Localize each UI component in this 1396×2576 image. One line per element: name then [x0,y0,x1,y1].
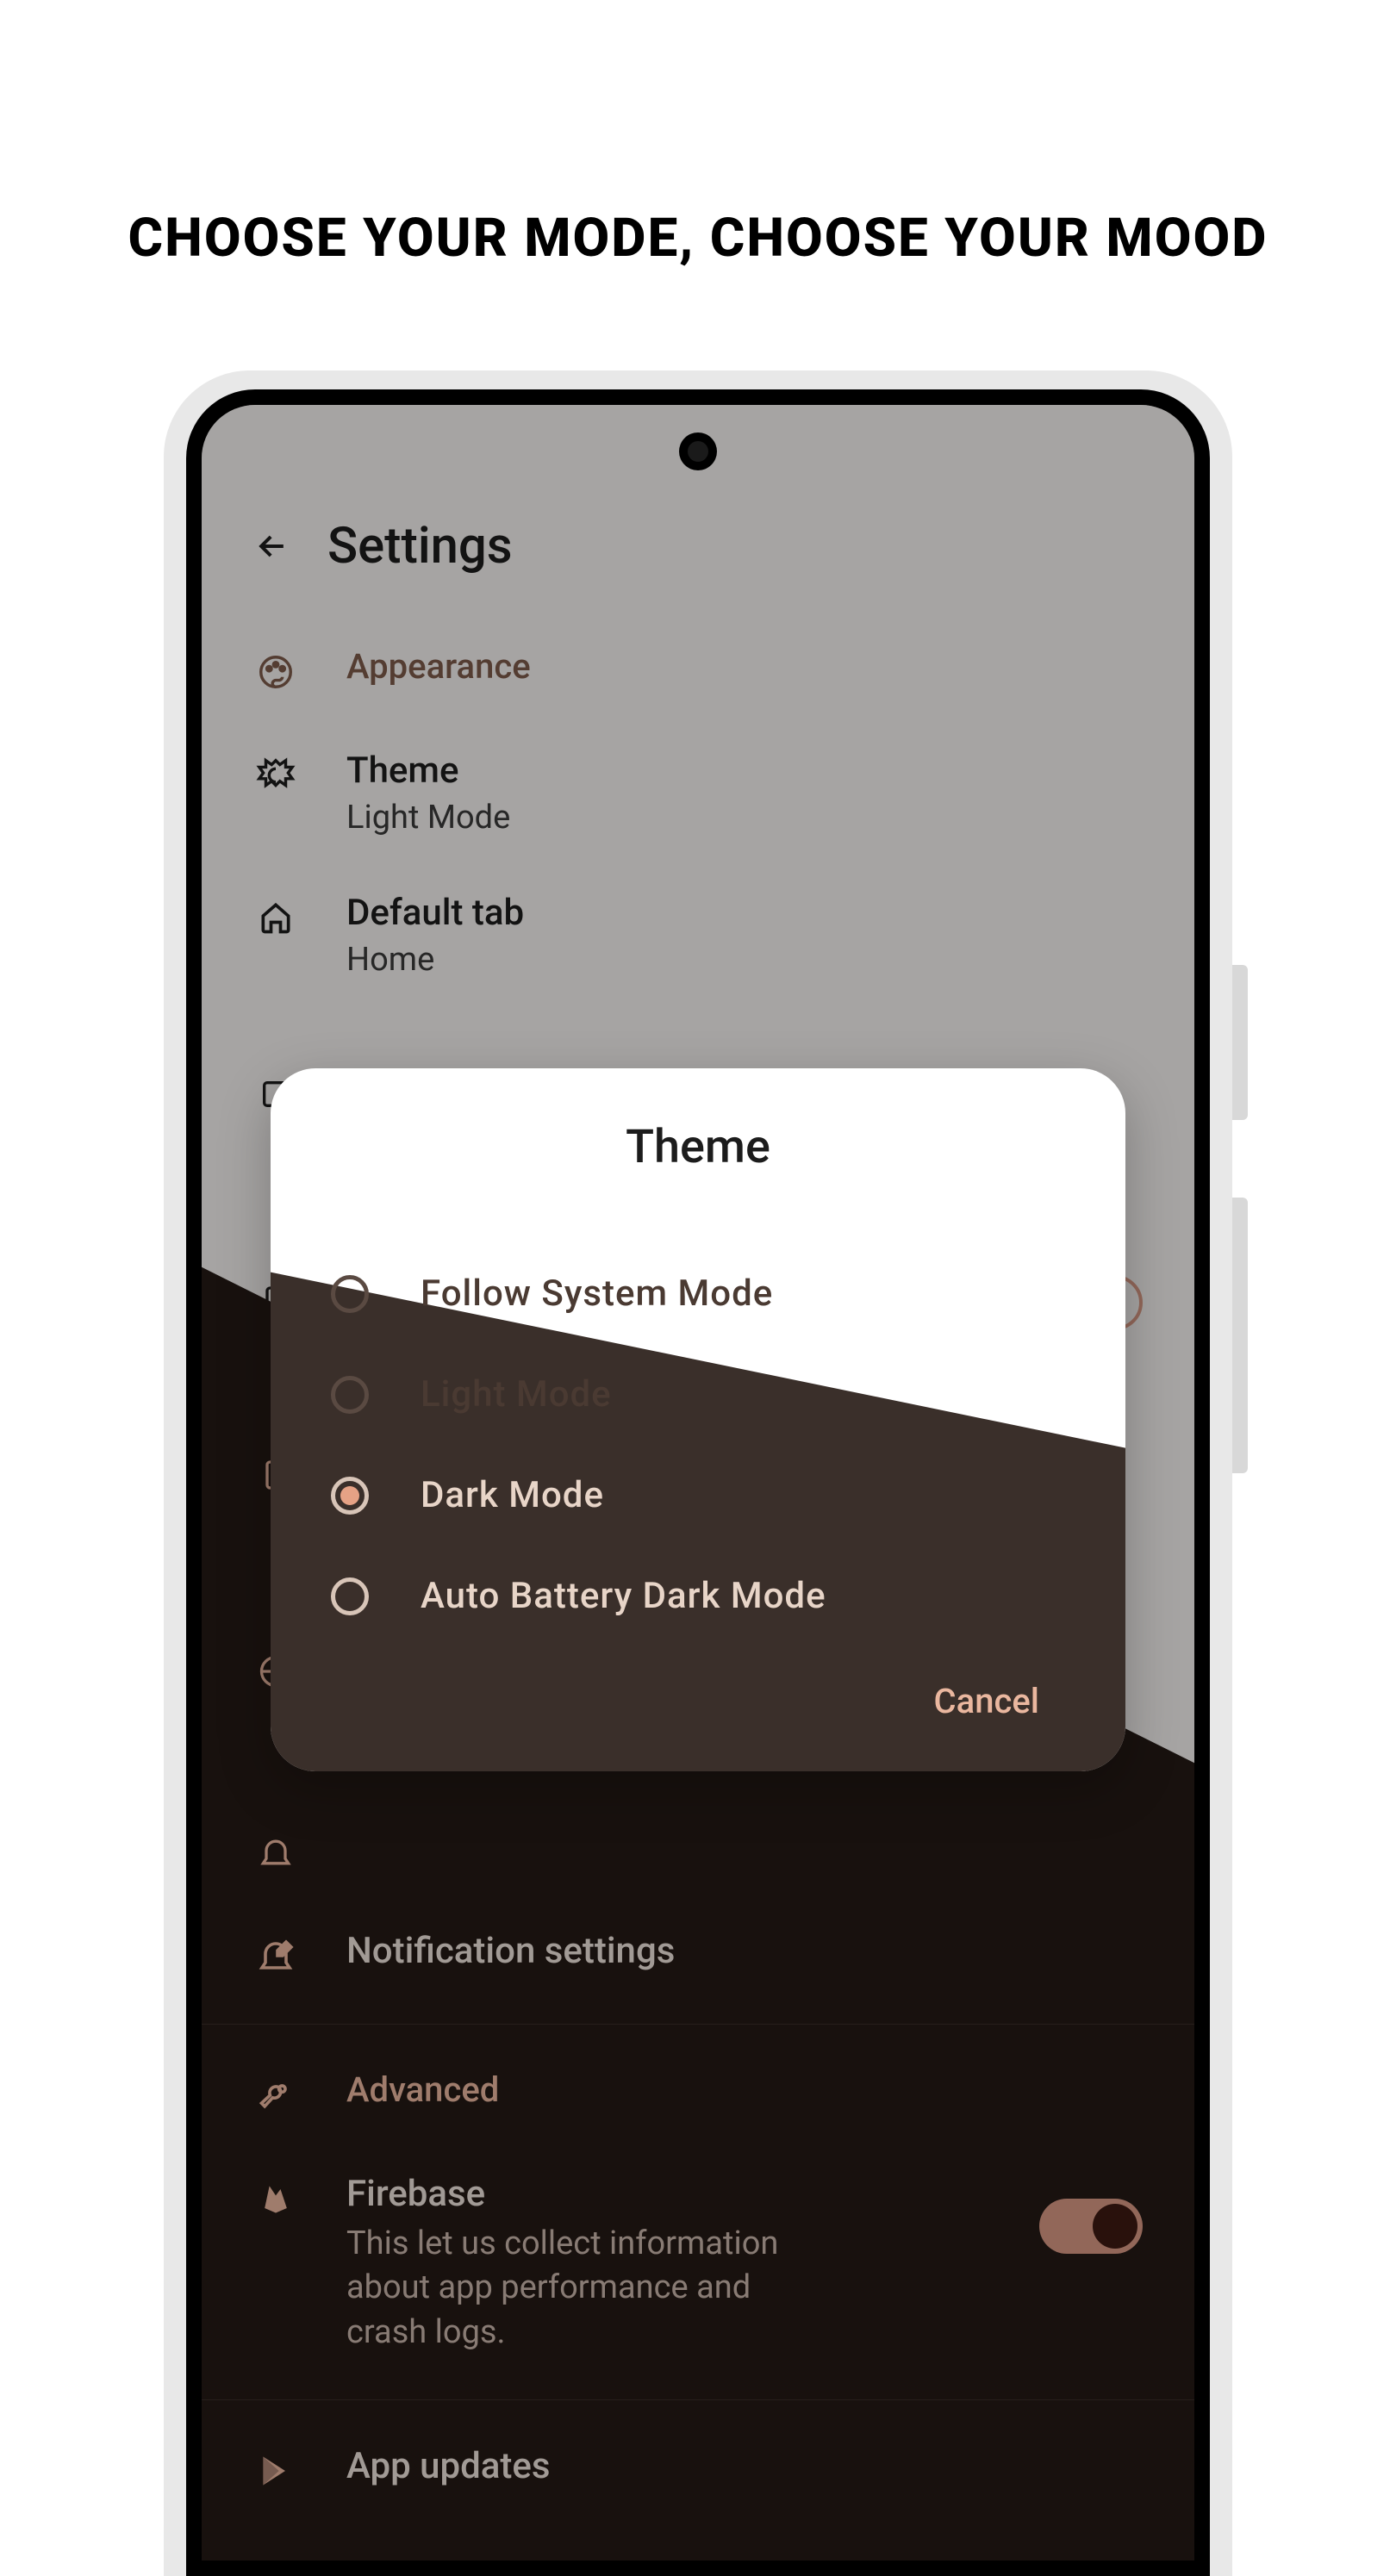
phone-side-button [1232,965,1248,1120]
cancel-button[interactable]: Cancel [331,1646,1065,1730]
radio-option-light-mode[interactable]: Light Mode [331,1344,1065,1445]
radio-label: Dark Mode [421,1474,604,1516]
radio-label: Follow System Mode [421,1272,773,1315]
phone-frame: Settings Appearance Theme Light Mode [164,370,1232,2576]
radio-icon-selected [331,1477,369,1515]
radio-label: Auto Battery Dark Mode [421,1575,826,1617]
radio-icon [331,1376,369,1414]
theme-dialog: Theme Follow System Mode Light Mode Dark… [271,1068,1125,1771]
radio-option-follow-system[interactable]: Follow System Mode [331,1243,1065,1344]
radio-icon [331,1275,369,1313]
dialog-title: Theme [331,1120,1065,1174]
phone-volume-button [1232,1198,1248,1473]
radio-icon [331,1577,369,1615]
phone-screen: Settings Appearance Theme Light Mode [202,405,1194,2560]
radio-option-dark-mode[interactable]: Dark Mode [331,1445,1065,1546]
radio-option-auto-battery[interactable]: Auto Battery Dark Mode [331,1546,1065,1646]
camera-notch [679,432,717,470]
radio-label: Light Mode [421,1373,612,1416]
marketing-headline: CHOOSE YOUR MODE, CHOOSE YOUR MOOD [0,207,1396,270]
